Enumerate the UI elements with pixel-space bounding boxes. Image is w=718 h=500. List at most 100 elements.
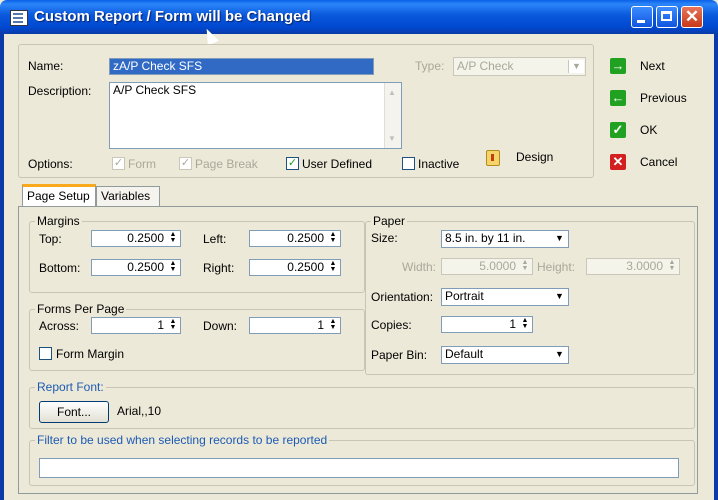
page-break-checkbox[interactable]: ✓ <box>179 157 192 170</box>
spinner-icon[interactable]: ▲ ▼ <box>519 259 531 273</box>
right-label: Right: <box>203 261 235 275</box>
name-input[interactable]: zA/P Check SFS <box>109 58 374 75</box>
cancel-button[interactable]: ✕ Cancel <box>610 152 710 174</box>
form-margin-label: Form Margin <box>56 347 125 361</box>
spinner-icon[interactable]: ▲ ▼ <box>519 317 531 331</box>
right-margin-input[interactable]: 0.2500 ▲ ▼ <box>249 259 341 276</box>
orientation-value: Portrait <box>445 289 484 303</box>
bottom-label: Bottom: <box>39 261 81 275</box>
spinner-icon[interactable]: ▲ ▼ <box>167 231 179 245</box>
design-label: Design <box>516 150 554 164</box>
tab-page-setup[interactable]: Page Setup <box>22 184 96 206</box>
window-border-right <box>714 34 718 500</box>
orientation-select[interactable]: Portrait ▼ <box>441 288 569 306</box>
down-value: 1 <box>317 318 324 332</box>
filter-input[interactable] <box>39 458 679 478</box>
form-margin-checkbox[interactable] <box>39 347 52 360</box>
paper-height-value: 3.0000 <box>626 259 663 273</box>
minimize-button[interactable] <box>631 6 653 28</box>
chevron-down-icon[interactable]: ▼ <box>552 348 567 361</box>
forms-per-page-label: Forms Per Page <box>35 302 127 316</box>
window-title: Custom Report / Form will be Changed <box>34 8 311 25</box>
spinner-icon[interactable]: ▲ ▼ <box>666 259 678 273</box>
close-button[interactable]: ✕ <box>681 6 703 28</box>
top-label: Top: <box>39 232 62 246</box>
previous-button[interactable]: ← Previous <box>610 88 710 110</box>
checkmark-icon: ✓ <box>610 122 626 138</box>
window-border-left <box>0 34 4 500</box>
left-margin-value: 0.2500 <box>287 231 324 245</box>
description-label: Description: <box>28 84 92 98</box>
ok-button[interactable]: ✓ OK <box>610 120 710 142</box>
form-checkbox[interactable]: ✓ <box>112 157 125 170</box>
scroll-up-icon[interactable]: ▲ <box>388 85 396 100</box>
filter-label: Filter to be used when selecting records… <box>35 433 330 447</box>
previous-label: Previous <box>640 91 687 105</box>
across-input[interactable]: 1 ▲ ▼ <box>91 317 181 334</box>
paper-width-input[interactable]: 5.0000 ▲ ▼ <box>441 258 533 275</box>
spinner-icon[interactable]: ▲ ▼ <box>167 260 179 274</box>
maximize-button[interactable] <box>656 6 678 28</box>
close-icon: ✕ <box>684 7 700 26</box>
options-label: Options: <box>28 157 73 171</box>
next-button[interactable]: → Next <box>610 56 710 78</box>
top-margin-input[interactable]: 0.2500 ▲ ▼ <box>91 230 181 247</box>
inactive-checkbox[interactable] <box>402 157 415 170</box>
description-text: A/P Check SFS <box>113 83 197 97</box>
down-input[interactable]: 1 ▲ ▼ <box>249 317 341 334</box>
paper-size-select[interactable]: 8.5 in. by 11 in. ▼ <box>441 230 569 248</box>
height-label: Height: <box>537 260 576 274</box>
copies-value: 1 <box>509 317 516 331</box>
down-label: Down: <box>203 319 238 333</box>
name-label: Name: <box>28 59 64 73</box>
paper-size-value: 8.5 in. by 11 in. <box>445 231 526 245</box>
spinner-icon[interactable]: ▲ ▼ <box>327 318 339 332</box>
paper-bin-label: Paper Bin: <box>371 348 428 362</box>
x-icon: ✕ <box>610 154 626 170</box>
tab-variables[interactable]: Variables <box>96 186 160 206</box>
app-icon <box>10 10 28 26</box>
type-select[interactable]: A/P Check ▼ <box>453 57 586 76</box>
across-value: 1 <box>157 318 164 332</box>
size-label: Size: <box>371 231 398 245</box>
design-button[interactable]: Design <box>486 148 586 170</box>
design-icon <box>486 150 500 166</box>
paper-height-input[interactable]: 3.0000 ▲ ▼ <box>586 258 680 275</box>
page-break-checkbox-label: Page Break <box>195 157 258 171</box>
chevron-down-icon[interactable]: ▼ <box>552 290 567 303</box>
type-label: Type: <box>415 59 445 73</box>
report-font-value: Arial,,10 <box>117 404 162 418</box>
type-select-value: A/P Check <box>457 59 514 73</box>
bottom-margin-input[interactable]: 0.2500 ▲ ▼ <box>91 259 181 276</box>
dialog-window: Custom Report / Form will be Changed ✕ N… <box>0 0 718 500</box>
next-label: Next <box>640 59 665 73</box>
cancel-label: Cancel <box>640 155 678 169</box>
report-font-label: Report Font: <box>35 380 106 394</box>
copies-input[interactable]: 1 ▲ ▼ <box>441 316 533 333</box>
width-label: Width: <box>402 260 437 274</box>
inactive-checkbox-label: Inactive <box>418 157 460 171</box>
user-defined-checkbox-label: User Defined <box>302 157 373 171</box>
arrow-right-icon: → <box>610 58 626 74</box>
paper-bin-select[interactable]: Default ▼ <box>441 346 569 364</box>
paper-width-value: 5.0000 <box>479 259 516 273</box>
scroll-down-icon[interactable]: ▼ <box>388 131 396 146</box>
spinner-icon[interactable]: ▲ ▼ <box>327 231 339 245</box>
orientation-label: Orientation: <box>371 290 434 304</box>
form-checkbox-label: Form <box>128 157 156 171</box>
description-scrollbar[interactable]: ▲ ▼ <box>384 83 401 148</box>
margins-group-label: Margins <box>35 214 82 228</box>
spinner-icon[interactable]: ▲ ▼ <box>327 260 339 274</box>
copies-label: Copies: <box>371 318 412 332</box>
chevron-down-icon[interactable]: ▼ <box>552 232 567 245</box>
font-button[interactable]: Font... <box>39 401 109 423</box>
top-margin-value: 0.2500 <box>127 231 164 245</box>
user-defined-checkbox[interactable]: ✓ <box>286 157 299 170</box>
left-label: Left: <box>203 232 227 246</box>
left-margin-input[interactable]: 0.2500 ▲ ▼ <box>249 230 341 247</box>
chevron-down-icon[interactable]: ▼ <box>568 60 584 73</box>
description-textarea[interactable]: A/P Check SFS ▲ ▼ <box>109 82 402 149</box>
across-label: Across: <box>39 319 80 333</box>
spinner-icon[interactable]: ▲ ▼ <box>167 318 179 332</box>
title-bar[interactable]: Custom Report / Form will be Changed ✕ <box>0 0 718 34</box>
